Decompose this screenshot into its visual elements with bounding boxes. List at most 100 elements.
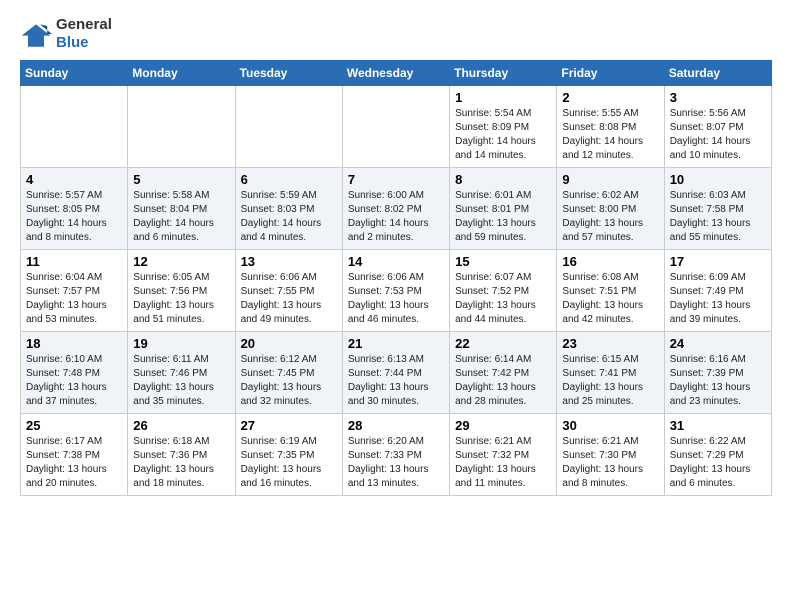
day-number: 25 [26, 418, 122, 433]
day-info: Sunrise: 5:58 AM Sunset: 8:04 PM Dayligh… [133, 189, 229, 245]
day-info: Sunrise: 6:15 AM Sunset: 7:41 PM Dayligh… [562, 353, 658, 409]
day-info: Sunrise: 6:03 AM Sunset: 7:58 PM Dayligh… [670, 189, 766, 245]
day-number: 22 [455, 336, 551, 351]
calendar-cell: 10Sunrise: 6:03 AM Sunset: 7:58 PM Dayli… [664, 168, 771, 250]
day-info: Sunrise: 6:05 AM Sunset: 7:56 PM Dayligh… [133, 271, 229, 327]
calendar-cell [21, 86, 128, 168]
calendar-cell: 21 Sunrise: 6:13 AM Sunset: 7:44 PM Dayli… [342, 332, 449, 414]
calendar-cell: 24Sunrise: 6:16 AM Sunset: 7:39 PM Dayli… [664, 332, 771, 414]
day-info: Sunrise: 6:14 AM Sunset: 7:42 PM Dayligh… [455, 353, 551, 409]
weekday-header-thursday: Thursday [450, 61, 557, 86]
day-info: Sunrise: 6:07 AM Sunset: 7:52 PM Dayligh… [455, 271, 551, 327]
calendar-cell: 6 Sunrise: 5:59 AM Sunset: 8:03 PM Daylig… [235, 168, 342, 250]
day-info: Sunrise: 6:19 AM Sunset: 7:35 PM Dayligh… [241, 435, 337, 491]
calendar-cell: 27 Sunrise: 6:19 AM Sunset: 7:35 PM Dayli… [235, 414, 342, 496]
day-number: 28 [348, 418, 444, 433]
day-info: Sunrise: 6:20 AM Sunset: 7:33 PM Dayligh… [348, 435, 444, 491]
day-info: Sunrise: 5:56 AM Sunset: 8:07 PM Dayligh… [670, 107, 766, 163]
day-number: 15 [455, 254, 551, 269]
weekday-header-tuesday: Tuesday [235, 61, 342, 86]
calendar-week-4: 18 Sunrise: 6:10 AM Sunset: 7:48 PM Dayli… [21, 332, 772, 414]
day-number: 24 [670, 336, 766, 351]
calendar-cell: 16Sunrise: 6:08 AM Sunset: 7:51 PM Dayli… [557, 250, 664, 332]
day-number: 21 [348, 336, 444, 351]
weekday-header-wednesday: Wednesday [342, 61, 449, 86]
day-info: Sunrise: 6:04 AM Sunset: 7:57 PM Dayligh… [26, 271, 122, 327]
logo-icon [20, 18, 52, 50]
day-number: 20 [241, 336, 337, 351]
calendar-cell: 26 Sunrise: 6:18 AM Sunset: 7:36 PM Dayli… [128, 414, 235, 496]
day-number: 1 [455, 90, 551, 105]
day-number: 27 [241, 418, 337, 433]
calendar-cell: 13 Sunrise: 6:06 AM Sunset: 7:55 PM Dayli… [235, 250, 342, 332]
day-info: Sunrise: 5:57 AM Sunset: 8:05 PM Dayligh… [26, 189, 122, 245]
calendar-cell: 11 Sunrise: 6:04 AM Sunset: 7:57 PM Dayli… [21, 250, 128, 332]
day-number: 11 [26, 254, 122, 269]
day-info: Sunrise: 6:01 AM Sunset: 8:01 PM Dayligh… [455, 189, 551, 245]
calendar-cell: 15 Sunrise: 6:07 AM Sunset: 7:52 PM Dayli… [450, 250, 557, 332]
day-number: 8 [455, 172, 551, 187]
day-info: Sunrise: 6:09 AM Sunset: 7:49 PM Dayligh… [670, 271, 766, 327]
weekday-header-row: SundayMondayTuesdayWednesdayThursdayFrid… [21, 61, 772, 86]
day-number: 14 [348, 254, 444, 269]
calendar-week-1: 1 Sunrise: 5:54 AM Sunset: 8:09 PM Daylig… [21, 86, 772, 168]
day-number: 29 [455, 418, 551, 433]
calendar-cell: 31Sunrise: 6:22 AM Sunset: 7:29 PM Dayli… [664, 414, 771, 496]
day-number: 23 [562, 336, 658, 351]
calendar-cell: 28 Sunrise: 6:20 AM Sunset: 7:33 PM Dayli… [342, 414, 449, 496]
day-number: 31 [670, 418, 766, 433]
day-number: 19 [133, 336, 229, 351]
calendar-cell: 7 Sunrise: 6:00 AM Sunset: 8:02 PM Daylig… [342, 168, 449, 250]
calendar-cell: 29 Sunrise: 6:21 AM Sunset: 7:32 PM Dayli… [450, 414, 557, 496]
calendar-table: SundayMondayTuesdayWednesdayThursdayFrid… [20, 60, 772, 496]
day-info: Sunrise: 6:21 AM Sunset: 7:30 PM Dayligh… [562, 435, 658, 491]
day-number: 18 [26, 336, 122, 351]
day-number: 30 [562, 418, 658, 433]
day-number: 3 [670, 90, 766, 105]
day-info: Sunrise: 6:11 AM Sunset: 7:46 PM Dayligh… [133, 353, 229, 409]
logo-blue-text: Blue [56, 34, 89, 51]
calendar-cell: 18 Sunrise: 6:10 AM Sunset: 7:48 PM Dayli… [21, 332, 128, 414]
day-info: Sunrise: 6:18 AM Sunset: 7:36 PM Dayligh… [133, 435, 229, 491]
calendar-week-3: 11 Sunrise: 6:04 AM Sunset: 7:57 PM Dayli… [21, 250, 772, 332]
day-info: Sunrise: 6:06 AM Sunset: 7:55 PM Dayligh… [241, 271, 337, 327]
logo: General Blue [20, 16, 112, 52]
day-info: Sunrise: 6:12 AM Sunset: 7:45 PM Dayligh… [241, 353, 337, 409]
day-info: Sunrise: 5:55 AM Sunset: 8:08 PM Dayligh… [562, 107, 658, 163]
calendar-week-2: 4 Sunrise: 5:57 AM Sunset: 8:05 PM Daylig… [21, 168, 772, 250]
calendar-cell: 25 Sunrise: 6:17 AM Sunset: 7:38 PM Dayli… [21, 414, 128, 496]
day-number: 26 [133, 418, 229, 433]
day-number: 5 [133, 172, 229, 187]
calendar-cell: 17 Sunrise: 6:09 AM Sunset: 7:49 PM Dayli… [664, 250, 771, 332]
day-info: Sunrise: 6:13 AM Sunset: 7:44 PM Dayligh… [348, 353, 444, 409]
calendar-cell: 14 Sunrise: 6:06 AM Sunset: 7:53 PM Dayli… [342, 250, 449, 332]
day-number: 4 [26, 172, 122, 187]
calendar-cell: 1 Sunrise: 5:54 AM Sunset: 8:09 PM Daylig… [450, 86, 557, 168]
day-info: Sunrise: 6:17 AM Sunset: 7:38 PM Dayligh… [26, 435, 122, 491]
calendar-cell: 2Sunrise: 5:55 AM Sunset: 8:08 PM Daylig… [557, 86, 664, 168]
calendar-cell: 20 Sunrise: 6:12 AM Sunset: 7:45 PM Dayli… [235, 332, 342, 414]
weekday-header-friday: Friday [557, 61, 664, 86]
day-info: Sunrise: 6:21 AM Sunset: 7:32 PM Dayligh… [455, 435, 551, 491]
calendar-cell: 4 Sunrise: 5:57 AM Sunset: 8:05 PM Daylig… [21, 168, 128, 250]
calendar-cell [235, 86, 342, 168]
day-number: 13 [241, 254, 337, 269]
day-info: Sunrise: 6:06 AM Sunset: 7:53 PM Dayligh… [348, 271, 444, 327]
day-number: 7 [348, 172, 444, 187]
day-info: Sunrise: 6:10 AM Sunset: 7:48 PM Dayligh… [26, 353, 122, 409]
day-number: 17 [670, 254, 766, 269]
calendar-cell: 12Sunrise: 6:05 AM Sunset: 7:56 PM Dayli… [128, 250, 235, 332]
weekday-header-saturday: Saturday [664, 61, 771, 86]
day-info: Sunrise: 6:00 AM Sunset: 8:02 PM Dayligh… [348, 189, 444, 245]
calendar-cell: 30 Sunrise: 6:21 AM Sunset: 7:30 PM Dayli… [557, 414, 664, 496]
day-info: Sunrise: 5:59 AM Sunset: 8:03 PM Dayligh… [241, 189, 337, 245]
day-number: 9 [562, 172, 658, 187]
weekday-header-sunday: Sunday [21, 61, 128, 86]
calendar-week-5: 25 Sunrise: 6:17 AM Sunset: 7:38 PM Dayli… [21, 414, 772, 496]
day-info: Sunrise: 5:54 AM Sunset: 8:09 PM Dayligh… [455, 107, 551, 163]
day-number: 6 [241, 172, 337, 187]
calendar-cell: 9Sunrise: 6:02 AM Sunset: 8:00 PM Daylig… [557, 168, 664, 250]
logo-general-text: General [56, 16, 112, 33]
day-info: Sunrise: 6:08 AM Sunset: 7:51 PM Dayligh… [562, 271, 658, 327]
calendar-cell: 19 Sunrise: 6:11 AM Sunset: 7:46 PM Dayli… [128, 332, 235, 414]
